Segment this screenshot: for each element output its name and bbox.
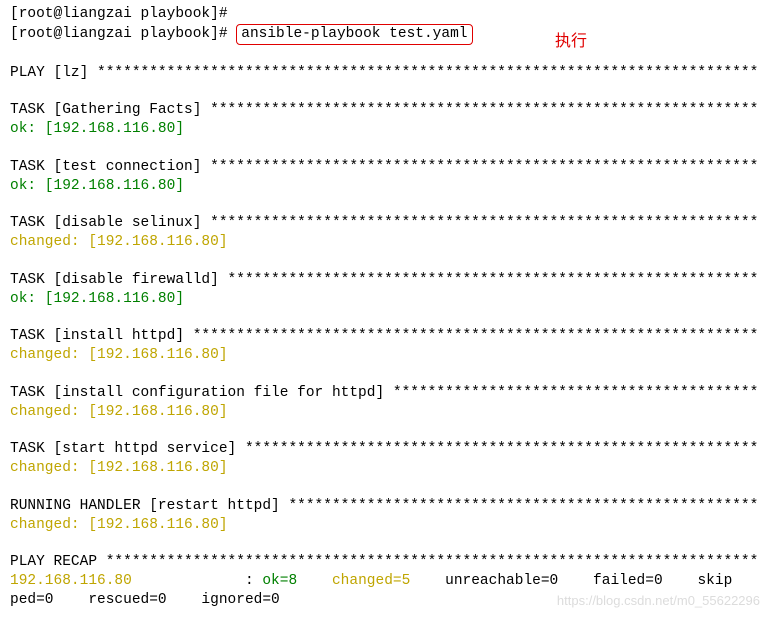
blank-line xyxy=(10,422,760,441)
annotation-execute: 执行 xyxy=(555,32,587,53)
task-status-changed: changed: [192.168.116.80] xyxy=(10,233,760,252)
play-header: PLAY [lz] ******************************… xyxy=(10,64,760,83)
blank-line xyxy=(10,82,760,101)
watermark: https://blog.csdn.net/m0_55622296 xyxy=(557,593,760,610)
task-header: TASK [test connection] *****************… xyxy=(10,158,760,177)
task-status-changed: changed: [192.168.116.80] xyxy=(10,459,760,478)
recap-changed: changed=5 xyxy=(332,573,410,589)
task-status-ok: ok: [192.168.116.80] xyxy=(10,177,760,196)
task-status-ok: ok: [192.168.116.80] xyxy=(10,290,760,309)
recap-line: 192.168.116.80 : ok=8 changed=5 unreacha… xyxy=(10,572,760,591)
recap-rest: unreachable=0 failed=0 skip xyxy=(445,573,732,589)
task-header: TASK [disable selinux] *****************… xyxy=(10,214,760,233)
task-header: TASK [disable firewalld] ***************… xyxy=(10,271,760,290)
blank-line xyxy=(10,139,760,158)
recap-spacer: : xyxy=(132,573,263,589)
blank-line xyxy=(10,309,760,328)
blank-line xyxy=(10,365,760,384)
command: ansible-playbook test.yaml xyxy=(241,26,467,42)
task-header: TASK [Gathering Facts] *****************… xyxy=(10,101,760,120)
blank-line xyxy=(10,195,760,214)
task-header: TASK [start httpd service] *************… xyxy=(10,440,760,459)
task-header: TASK [install httpd] *******************… xyxy=(10,327,760,346)
prev-prompt: [root@liangzai playbook]# xyxy=(10,6,228,22)
handler-header: RUNNING HANDLER [restart httpd] ********… xyxy=(10,497,760,516)
task-status-ok: ok: [192.168.116.80] xyxy=(10,120,760,139)
blank-line xyxy=(10,535,760,554)
prompt-line: [root@liangzai playbook]# ansible-playbo… xyxy=(10,24,760,45)
handler-status: changed: [192.168.116.80] xyxy=(10,516,760,535)
task-status-changed: changed: [192.168.116.80] xyxy=(10,346,760,365)
task-status-changed: changed: [192.168.116.80] xyxy=(10,403,760,422)
blank-line xyxy=(10,252,760,271)
prev-prompt-line: [root@liangzai playbook]# xyxy=(10,5,760,24)
blank-line xyxy=(10,45,760,64)
task-header: TASK [install configuration file for htt… xyxy=(10,384,760,403)
prompt: [root@liangzai playbook]# xyxy=(10,26,228,42)
blank-line xyxy=(10,478,760,497)
recap-header: PLAY RECAP *****************************… xyxy=(10,553,760,572)
command-highlight: ansible-playbook test.yaml xyxy=(236,24,472,45)
recap-host: 192.168.116.80 xyxy=(10,573,132,589)
recap-ok: ok=8 xyxy=(262,573,297,589)
